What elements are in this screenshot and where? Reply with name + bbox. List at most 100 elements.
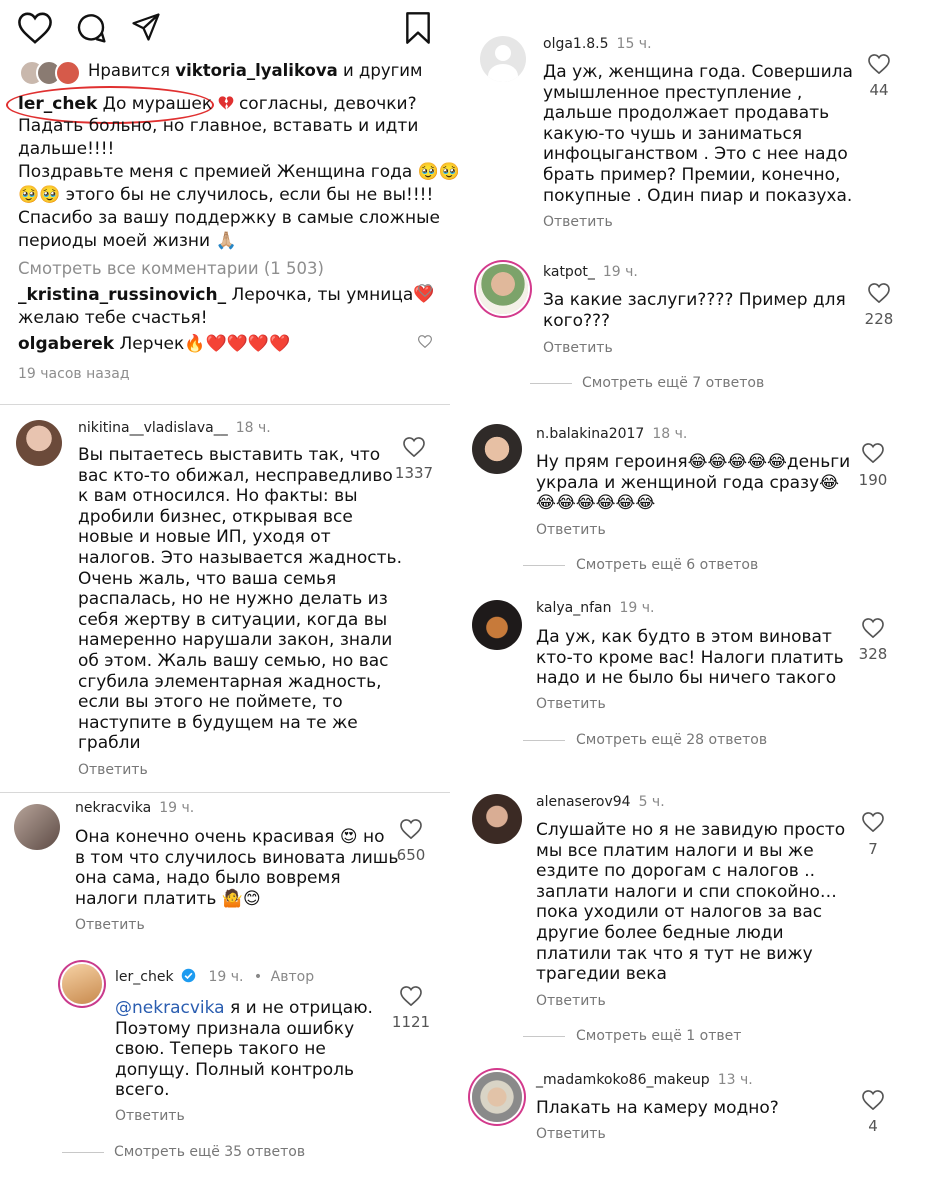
avatar[interactable] [472, 600, 522, 650]
like-icon[interactable] [400, 986, 422, 1006]
avatar[interactable] [472, 424, 522, 474]
comment-body: Она конечно очень красивая 😍 но в том чт… [75, 827, 398, 909]
avatar[interactable] [472, 1072, 522, 1122]
reply-button[interactable]: Ответить [536, 1126, 606, 1142]
comment-line: новые и новые ИП, уходя от [78, 527, 331, 548]
divider [0, 404, 450, 405]
like-icon[interactable] [862, 812, 884, 832]
comment-username[interactable]: _madamkoko86_makeup [536, 1072, 710, 1088]
default-avatar-head [495, 45, 511, 61]
post-caption-first-line: ler_chek До мурашек согласны, девочки? [18, 94, 417, 115]
comment-line: об этом. Жаль вашу семью, но вас [78, 650, 389, 671]
like-icon[interactable] [862, 1090, 884, 1110]
like-count: 328 [858, 645, 888, 663]
liked-by-suffix: и другим [342, 61, 423, 80]
bookmark-icon[interactable] [404, 12, 432, 44]
caption-line: Падать больно, но главное, вставать и ид… [18, 116, 419, 136]
comment-icon[interactable] [74, 12, 108, 44]
comment-time: 13 ч. [717, 1072, 753, 1088]
avatar[interactable] [480, 36, 526, 82]
more-replies-link[interactable]: Смотреть ещё 6 ответов [576, 557, 758, 573]
comment-line: к вам относился. Но факты: вы [78, 486, 358, 507]
reply-button[interactable]: Ответить [536, 522, 606, 538]
comment-time: 19 ч. [159, 800, 195, 816]
comment-username[interactable]: kalya_nfan [536, 600, 611, 616]
more-replies-link[interactable]: Смотреть ещё 1 ответ [576, 1028, 741, 1044]
comment-time: 18 ч. [235, 420, 271, 436]
comment-username[interactable]: _kristina_russinovich_ [18, 285, 226, 305]
more-replies-link[interactable]: Смотреть ещё 35 ответов [114, 1144, 305, 1160]
comment-line: свою. Теперь такого не [115, 1039, 326, 1060]
broken-heart-icon [218, 96, 233, 110]
avatar[interactable] [14, 804, 60, 850]
like-icon[interactable] [868, 54, 890, 74]
comment-line: мы все платим налоги и вы же [536, 840, 814, 861]
comment-line: украла и женщиной года сразу😂 [536, 472, 840, 493]
like-icon[interactable] [403, 437, 425, 457]
like-count: 4 [868, 1117, 878, 1135]
comment-line: какую-то чушь и заниматься [543, 123, 803, 144]
like-icon[interactable] [418, 284, 432, 297]
reply-button[interactable]: Ответить [115, 1108, 185, 1124]
like-icon[interactable] [400, 819, 422, 839]
verified-badge-icon [181, 968, 196, 983]
default-avatar-body [488, 64, 518, 82]
comment-body: @nekracvika я и не отрицаю. Поэтому приз… [115, 998, 373, 1101]
comment-username[interactable]: alenaserov94 [536, 794, 631, 810]
reply-button[interactable]: Ответить [536, 696, 606, 712]
share-icon[interactable] [130, 12, 162, 42]
comment-username[interactable]: nikitina__vladislava__ [78, 420, 228, 436]
more-replies-line [62, 1152, 104, 1153]
caption-line: дальше!!!! [18, 139, 115, 159]
divider [0, 792, 450, 793]
comment-line: трагедии века [536, 964, 667, 985]
mention-link[interactable]: @nekracvika [115, 998, 225, 1018]
comment-username[interactable]: katpot_ [543, 264, 595, 280]
comment-line: Да уж, как будто в этом виноват [536, 627, 832, 647]
more-replies-line [523, 1036, 565, 1037]
comment-line: Вы пытаетесь выставить так, что [78, 445, 381, 465]
comment-username[interactable]: ler_chek [115, 969, 174, 985]
reply-button[interactable]: Ответить [543, 340, 613, 356]
comment-username[interactable]: nekracvika [75, 800, 151, 816]
comment-line: в том что случилось виновата лишь [75, 847, 399, 868]
like-icon[interactable] [862, 443, 884, 463]
comment-line: она сама, надо было вовремя [75, 868, 341, 889]
comment-line: надо и не было бы ничего такого [536, 668, 837, 689]
more-replies-link[interactable]: Смотреть ещё 7 ответов [582, 375, 764, 391]
comment-line: вас кто-то обижал, несправедливо [78, 465, 393, 486]
like-icon[interactable] [862, 618, 884, 638]
avatar[interactable] [16, 420, 62, 466]
comment-username[interactable]: n.balakina2017 [536, 426, 644, 442]
post-author[interactable]: ler_chek [18, 94, 97, 114]
like-count: 190 [858, 471, 888, 489]
comment-line: дальше продолжает продавать [543, 103, 830, 124]
reply-button[interactable]: Ответить [78, 762, 148, 778]
like-icon[interactable] [868, 283, 890, 303]
comment-line: другие более бедные люди [536, 922, 784, 943]
caption-text: До мурашек [102, 94, 213, 114]
more-replies-link[interactable]: Смотреть ещё 28 ответов [576, 732, 767, 748]
like-icon[interactable] [18, 12, 52, 44]
comment-username[interactable]: olgaberek [18, 334, 114, 354]
more-replies-line [523, 565, 565, 566]
like-count: 1337 [394, 464, 434, 482]
comment-line: брать пример? Премии, конечно, [543, 164, 841, 185]
avatar[interactable] [478, 264, 528, 314]
comment-header: katpot_ 19 ч. [543, 264, 638, 280]
comment-time: 19 ч. [208, 969, 244, 985]
avatar[interactable] [472, 794, 522, 844]
caption-line: периоды моей жизни 🙏🏼 [18, 231, 237, 251]
avatar[interactable] [62, 964, 102, 1004]
comment-username[interactable]: olga1.8.5 [543, 36, 609, 52]
comment-line: пока уходили от налогов за вас [536, 902, 823, 923]
like-icon[interactable] [418, 335, 432, 348]
comment-header: alenaserov94 5 ч. [536, 794, 665, 810]
reply-button[interactable]: Ответить [543, 214, 613, 230]
reply-button[interactable]: Ответить [75, 917, 145, 933]
comment-body: Слушайте но я не завидую просто мы все п… [536, 820, 845, 985]
comment-line: ездите по дорогам с налогов .. [536, 861, 816, 882]
reply-button[interactable]: Ответить [536, 993, 606, 1009]
view-all-comments-link[interactable]: Смотреть все комментарии (1 503) [18, 259, 324, 278]
liked-by-user-link[interactable]: viktoria_lyalikova [175, 61, 337, 80]
